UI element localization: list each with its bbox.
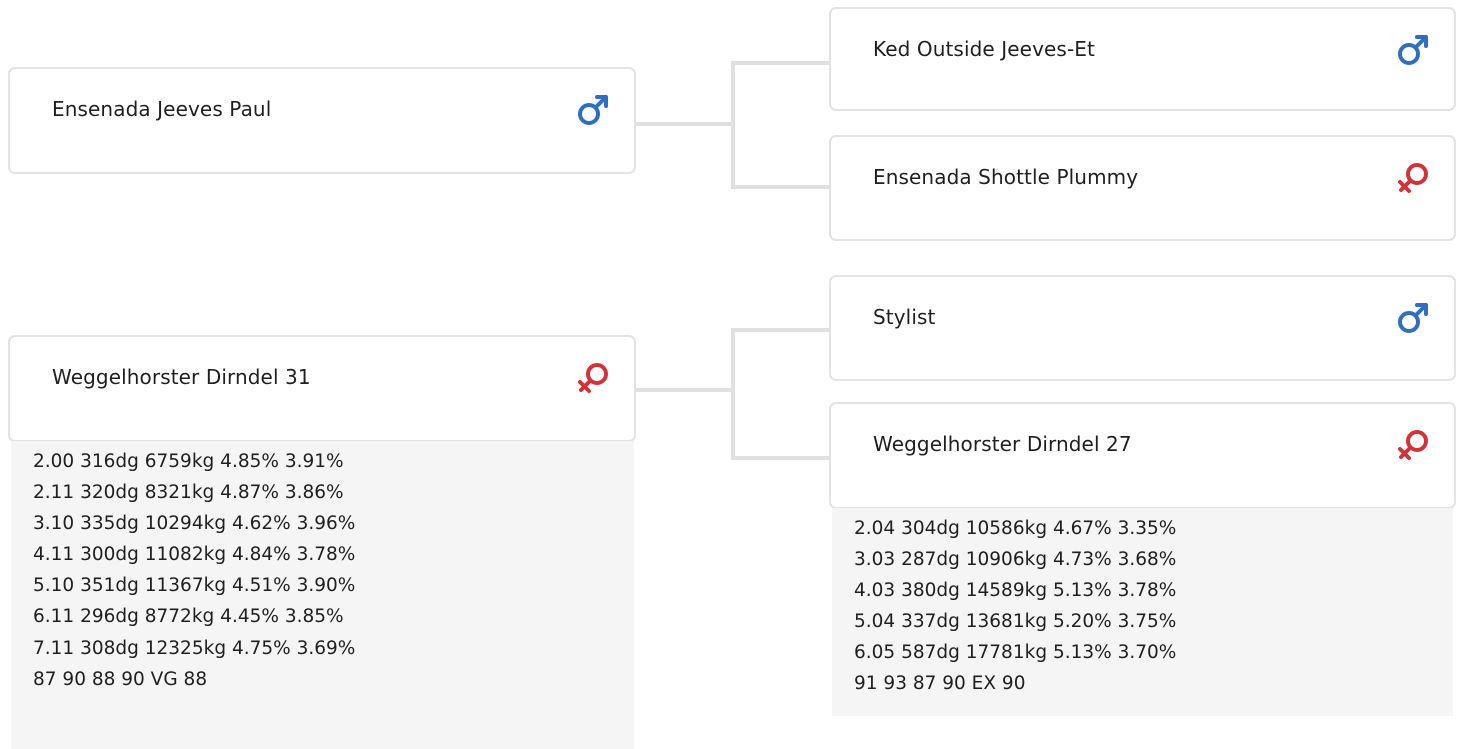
- card-sire[interactable]: Ensenada Jeeves Paul: [8, 67, 636, 174]
- animal-name: Ked Outside Jeeves-Et: [873, 37, 1095, 61]
- stats-dam-dam: 2.04 304dg 10586kg 4.67% 3.35% 3.03 287dg…: [832, 508, 1453, 716]
- stats-row: 2.04 304dg 10586kg 4.67% 3.35%: [854, 518, 1177, 539]
- male-symbol-icon: [1396, 301, 1430, 335]
- stats-row: 5.10 351dg 11367kg 4.51% 3.90%: [33, 575, 356, 597]
- stats-row: 4.03 380dg 14589kg 5.13% 3.78%: [854, 580, 1177, 602]
- animal-name: Weggelhorster Dirndel 31: [52, 365, 311, 389]
- animal-name: Ensenada Jeeves Paul: [52, 97, 272, 121]
- connector-sire: [635, 61, 830, 189]
- stats-row: 2.11 320dg 8321kg 4.87% 3.86%: [33, 482, 344, 504]
- card-dam-dam[interactable]: Weggelhorster Dirndel 27: [829, 402, 1456, 509]
- card-sire-dam[interactable]: Ensenada Shottle Plummy: [829, 135, 1456, 241]
- stats-row: 7.11 308dg 12325kg 4.75% 3.69%: [33, 637, 356, 659]
- female-symbol-icon: [1396, 428, 1430, 462]
- animal-name: Weggelhorster Dirndel 27: [873, 432, 1132, 456]
- female-symbol-icon: [576, 361, 610, 395]
- male-symbol-icon: [576, 93, 610, 127]
- stats-dam: 2.00 316dg 6759kg 4.85% 3.91% 2.11 320dg …: [11, 441, 634, 749]
- stats-row: 3.10 335dg 10294kg 4.62% 3.96%: [33, 513, 356, 535]
- stats-row: 87 90 88 90 VG 88: [33, 668, 208, 690]
- pedigree-diagram: Ensenada Jeeves Paul Ked Outside Jeeves-…: [0, 0, 1461, 749]
- male-symbol-icon: [1396, 33, 1430, 67]
- stats-row: 4.11 300dg 11082kg 4.84% 3.78%: [33, 544, 356, 566]
- stats-row: 5.04 337dg 13681kg 5.20% 3.75%: [854, 611, 1177, 633]
- animal-name: Ensenada Shottle Plummy: [873, 165, 1139, 189]
- stats-row: 6.11 296dg 8772kg 4.45% 3.85%: [33, 606, 344, 628]
- stats-row: 6.05 587dg 17781kg 5.13% 3.70%: [854, 642, 1177, 664]
- stats-row: 3.03 287dg 10906kg 4.73% 3.68%: [854, 549, 1177, 571]
- card-dam-sire[interactable]: Stylist: [829, 275, 1456, 381]
- female-symbol-icon: [1396, 161, 1430, 195]
- stats-row: 91 93 87 90 EX 90: [854, 673, 1026, 695]
- connector-dam: [635, 328, 830, 460]
- card-dam[interactable]: Weggelhorster Dirndel 31: [8, 335, 636, 442]
- card-sire-sire[interactable]: Ked Outside Jeeves-Et: [829, 7, 1456, 111]
- animal-name: Stylist: [873, 305, 936, 329]
- stats-row: 2.00 316dg 6759kg 4.85% 3.91%: [33, 451, 344, 472]
